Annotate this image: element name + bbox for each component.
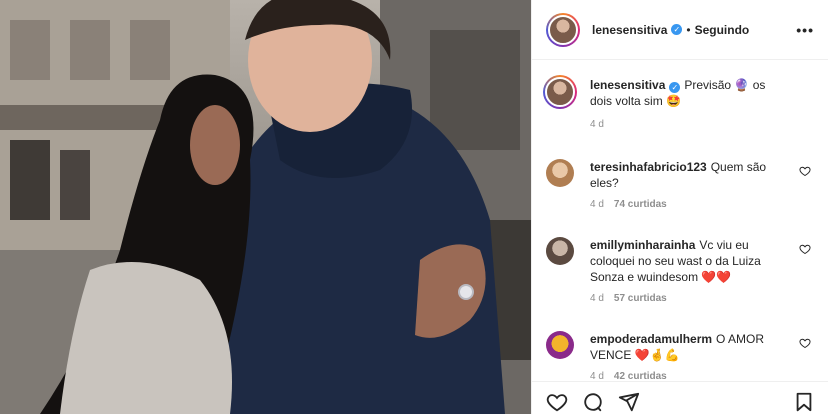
comment-text: empoderadamulherm O AMOR VENCE ❤️🤞💪	[590, 332, 765, 362]
comment-username[interactable]: empoderadamulherm	[590, 332, 712, 346]
save-bookmark-icon[interactable]	[793, 391, 815, 413]
couple-photo-illustration	[0, 0, 531, 414]
caption-avatar[interactable]	[543, 75, 577, 109]
comment-time: 4 d	[590, 293, 604, 304]
comment-item: empoderadamulherm O AMOR VENCE ❤️🤞💪 4 d 42…	[546, 331, 815, 381]
post-header: lenesensitiva ✓ • Seguindo •••	[532, 0, 828, 60]
comment-avatar[interactable]	[546, 237, 574, 265]
author-username[interactable]: lenesensitiva	[592, 23, 667, 37]
post-side-panel: lenesensitiva ✓ • Seguindo ••• lenesensi…	[531, 0, 828, 414]
star-struck-emoji: 🤩	[666, 94, 681, 108]
like-comment-heart-icon[interactable]	[799, 243, 811, 255]
comment-item: emillyminharainha Vc viu eu coloquei no s…	[546, 237, 815, 304]
verified-icon: ✓	[671, 24, 683, 35]
following-button[interactable]: Seguindo	[695, 23, 750, 37]
comments-list[interactable]: lenesensitiva ✓ Previsão 🔮 os dois volta s…	[532, 61, 828, 381]
caption-meta: 4 d	[590, 119, 815, 130]
action-bar	[532, 381, 828, 414]
verified-icon: ✓	[669, 82, 681, 93]
comment-meta: 4 d 42 curtidas	[590, 371, 815, 381]
crystal-ball-emoji: 🔮	[734, 78, 750, 92]
comment-username[interactable]: teresinhafabricio123	[590, 160, 707, 174]
post-photo[interactable]	[0, 0, 531, 414]
comment-likes[interactable]: 74 curtidas	[614, 199, 667, 210]
like-heart-icon[interactable]	[546, 391, 568, 413]
comment-likes[interactable]: 57 curtidas	[614, 293, 667, 304]
caption-text: lenesensitiva ✓ Previsão 🔮 os dois volta s…	[590, 78, 766, 108]
author-avatar[interactable]	[546, 12, 580, 47]
caption-username[interactable]: lenesensitiva	[590, 78, 665, 92]
ring	[458, 284, 474, 300]
more-options-icon[interactable]: •••	[796, 22, 814, 38]
caption-time: 4 d	[590, 119, 604, 130]
comment-meta: 4 d 74 curtidas	[590, 199, 815, 210]
comment-text: emillyminharainha Vc viu eu coloquei no s…	[590, 238, 761, 284]
comment-item: teresinhafabricio123 Quem são eles? 4 d 74…	[546, 159, 815, 210]
woman-face	[190, 105, 240, 185]
comment-likes[interactable]: 42 curtidas	[614, 371, 667, 381]
like-comment-heart-icon[interactable]	[799, 165, 811, 177]
separator-dot: •	[686, 22, 691, 37]
comment-time: 4 d	[590, 371, 604, 381]
comment-username[interactable]: emillyminharainha	[590, 238, 695, 252]
like-comment-heart-icon[interactable]	[799, 337, 811, 349]
comment-meta: 4 d 57 curtidas	[590, 293, 815, 304]
caption: lenesensitiva ✓ Previsão 🔮 os dois volta s…	[543, 75, 815, 130]
comment-emojis: ❤️🤞💪	[634, 348, 680, 362]
comment-avatar[interactable]	[546, 331, 574, 359]
comment-bubble-icon[interactable]	[582, 391, 604, 413]
comment-text: teresinhafabricio123 Quem são eles?	[590, 160, 767, 190]
heart-emojis: ❤️❤️	[701, 270, 732, 284]
comment-avatar[interactable]	[546, 159, 574, 187]
share-paper-plane-icon[interactable]	[618, 391, 640, 413]
comment-time: 4 d	[590, 199, 604, 210]
